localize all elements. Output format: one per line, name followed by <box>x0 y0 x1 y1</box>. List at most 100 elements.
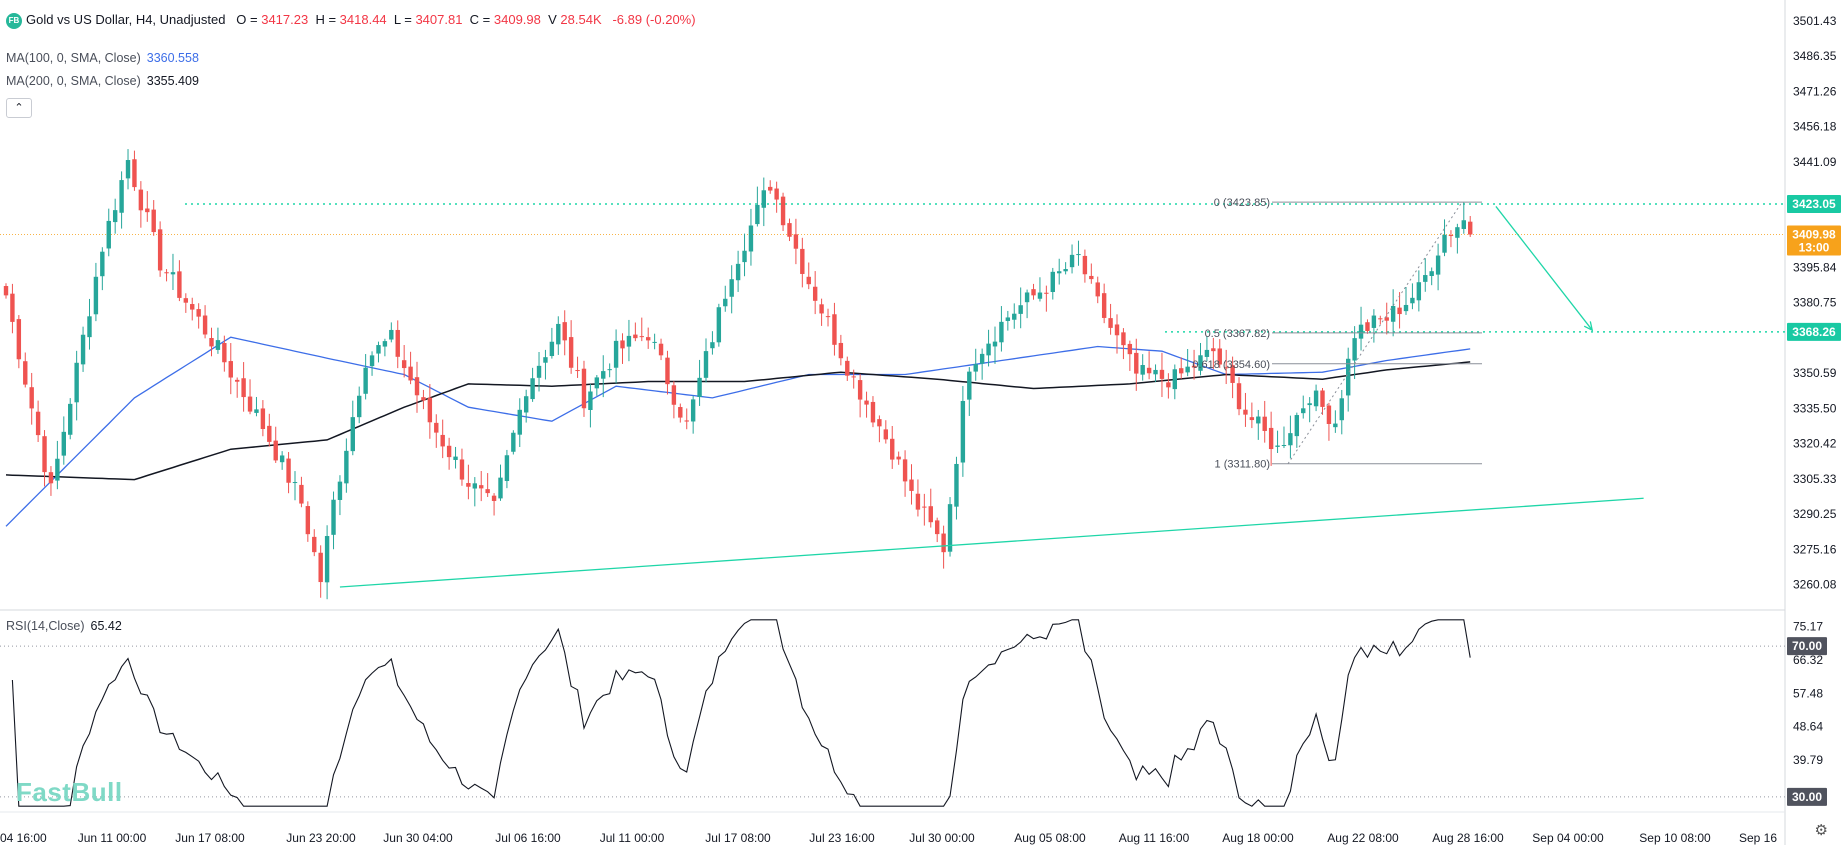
candle-up <box>1371 315 1377 328</box>
time-tick-label: Jul 30 00:00 <box>909 831 975 845</box>
fastbull-watermark: FastBull <box>16 777 123 807</box>
candle-up <box>697 377 702 398</box>
candle-down <box>620 340 625 349</box>
candle-down <box>928 506 933 523</box>
candle-up <box>170 272 176 275</box>
candle-down <box>29 387 34 409</box>
forecast-arrow-line <box>1495 206 1593 331</box>
candle-down <box>260 408 266 430</box>
candle-up <box>1172 369 1178 390</box>
candle-down <box>3 286 9 296</box>
time-tick-label: Jun 23 20:00 <box>286 831 356 845</box>
candle-down <box>1134 352 1139 374</box>
candle-up <box>1281 445 1287 447</box>
candle-up <box>1063 269 1068 272</box>
candle-down <box>446 445 452 458</box>
candle-down <box>883 429 889 440</box>
candle-up <box>350 417 355 452</box>
candle-down <box>157 229 163 271</box>
resistance-price-tag: 3423.05 <box>1787 194 1841 213</box>
ohlc-value-o: 3417.23 <box>261 12 309 27</box>
rsi-tick-label: 39.79 <box>1793 753 1823 767</box>
candle-up <box>710 342 715 349</box>
candle-down <box>466 483 471 487</box>
candle-down <box>395 329 400 357</box>
candle-down <box>1114 324 1120 336</box>
candle-down <box>42 436 47 473</box>
fibonacci-retracement[interactable]: 0 (3423.85) 0.5 (3367.82) 0.618 (3354.60) 1… <box>1192 197 1482 471</box>
candle-up <box>254 409 259 413</box>
candle-down <box>1378 318 1383 320</box>
candle-down <box>774 188 779 200</box>
rsi-tag-label: 30.00 <box>1792 790 1822 804</box>
candle-down <box>1101 293 1107 318</box>
candle-up <box>1307 403 1312 406</box>
time-tick-label: Sep 04 00:00 <box>1532 831 1604 845</box>
candle-down <box>671 385 677 405</box>
candle-down <box>812 286 818 301</box>
candle-down <box>491 495 497 501</box>
price-axis[interactable]: 3501.43 3486.35 3471.26 3456.18 3441.09 3395.… <box>1787 14 1841 806</box>
ma100-legend[interactable]: MA(100, 0, SMA, Close) 3360.558 <box>6 51 199 65</box>
candle-up <box>999 321 1004 343</box>
candle-up <box>1140 365 1145 375</box>
candle-down <box>228 361 233 378</box>
ma200-legend[interactable]: MA(200, 0, SMA, Close) 3355.409 <box>6 74 199 88</box>
candle-down <box>1121 332 1126 346</box>
candle-down <box>678 407 683 418</box>
candle-down <box>312 536 317 553</box>
candle-down <box>1095 282 1100 297</box>
candle-down <box>851 376 856 378</box>
candle-up <box>382 341 388 347</box>
candle-down <box>1082 255 1088 275</box>
candle-up <box>601 371 606 379</box>
candle-down <box>177 271 182 298</box>
ohlc-key-h: H = <box>308 12 340 27</box>
candle-down <box>459 459 465 480</box>
candle-up <box>324 536 330 583</box>
candle-up <box>607 369 612 371</box>
time-tick-label: Aug 05 08:00 <box>1014 831 1086 845</box>
candle-down <box>145 208 150 213</box>
candle-up <box>729 279 734 297</box>
price-chart[interactable]: 0 (3423.85) 0.5 (3367.82) 0.618 (3354.60) 1… <box>0 0 1844 845</box>
price-tick-label: 3441.09 <box>1793 155 1837 169</box>
candle-down <box>1159 369 1165 379</box>
time-tick-label: Jun 30 04:00 <box>383 831 453 845</box>
rsi-legend[interactable]: RSI(14,Close) 65.42 <box>6 619 122 633</box>
candle-up <box>74 362 79 403</box>
candle-up <box>735 263 741 281</box>
candle-down <box>915 493 921 510</box>
candle-up <box>1352 338 1357 361</box>
candle-up <box>279 455 285 463</box>
time-tick-label: Jun 11 00:00 <box>78 831 147 845</box>
candle-down <box>1468 221 1473 235</box>
time-axis[interactable]: 04 16:00 Jun 11 00:00 Jun 17 08:00 Jun 23 2… <box>0 831 1777 845</box>
candle-down <box>1044 292 1049 294</box>
candle-up <box>755 204 760 225</box>
candle-up <box>369 355 375 367</box>
candle-down <box>575 370 580 372</box>
candle-up <box>1313 390 1319 407</box>
candle-up <box>556 323 561 345</box>
price-tick-label: 3471.26 <box>1793 84 1837 98</box>
candle-down <box>909 479 914 491</box>
candle-down <box>1262 416 1267 431</box>
candle-up <box>716 307 722 343</box>
gear-icon[interactable]: ⚙ <box>1815 821 1828 839</box>
candle-down <box>902 459 908 482</box>
candle-down <box>1320 390 1325 407</box>
candle-down <box>1243 409 1248 415</box>
rsi-value: 65.42 <box>90 619 122 633</box>
candle-down <box>247 396 253 412</box>
time-tick-label: Jul 06 16:00 <box>495 831 561 845</box>
candle-up <box>992 341 998 347</box>
candle-down <box>896 456 901 460</box>
candle-down <box>1146 367 1152 374</box>
symbol-title[interactable]: Gold vs US Dollar, H4, Unadjusted <box>26 12 225 27</box>
candle-down <box>1249 417 1255 421</box>
time-tick-label: Sep 16 <box>1739 831 1777 845</box>
collapse-legend-button[interactable]: ⌃ <box>6 98 32 118</box>
rsi-tag-label: 70.00 <box>1792 639 1822 653</box>
candle-up <box>748 225 754 252</box>
